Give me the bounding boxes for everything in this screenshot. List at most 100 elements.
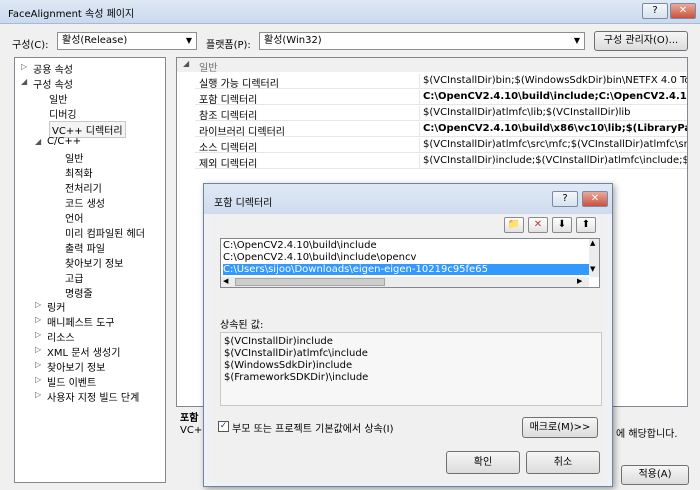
move-up-icon[interactable]: ⬆ [576, 217, 596, 233]
collapse-arrow-icon[interactable]: ▷ [35, 345, 41, 354]
title-bar: FaceAlignment 속성 페이지 ? ✕ [0, 0, 700, 24]
grid-row[interactable]: 라이브러리 디렉터리 C:\OpenCV2.4.10\build\x86\vc10… [195, 122, 687, 138]
tree-item[interactable]: 빌드 이벤트 [47, 374, 96, 389]
grid-category[interactable]: ◢ 일반 [177, 58, 687, 74]
grid-row-key: 참조 디렉터리 [199, 111, 258, 122]
directory-list[interactable]: C:\OpenCV2.4.10\build\include C:\OpenCV2… [220, 238, 600, 288]
tree-item[interactable]: 일반 [49, 91, 67, 106]
tree-item[interactable]: C/C++ [47, 136, 81, 147]
chevron-down-icon: ▼ [185, 36, 192, 45]
tree-item[interactable]: 찾아보기 정보 [65, 255, 123, 270]
collapse-arrow-icon[interactable]: ▷ [35, 390, 41, 399]
grid-column-divider [419, 74, 420, 89]
tree-item[interactable]: 명령줄 [65, 285, 93, 300]
delete-icon[interactable]: ✕ [528, 217, 548, 233]
grid-row-value[interactable]: $(VCInstallDir)include;$(VCInstallDir)at… [423, 155, 687, 166]
list-item[interactable]: C:\OpenCV2.4.10\build\include [223, 240, 377, 251]
inherited-values: $(VCInstallDir)include $(VCInstallDir)at… [220, 332, 602, 406]
cancel-button[interactable]: 취소 [526, 451, 600, 474]
grid-row-value[interactable]: C:\OpenCV2.4.10\build\x86\vc10\lib;$(Lib… [423, 123, 687, 134]
tree-item[interactable]: 찾아보기 정보 [47, 359, 105, 374]
apply-button[interactable]: 적용(A) [621, 465, 689, 485]
new-folder-icon[interactable]: 📁 [504, 217, 524, 233]
collapse-arrow-icon[interactable]: ▷ [35, 315, 41, 324]
grid-row[interactable]: 포함 디렉터리 C:\OpenCV2.4.10\build\include;C:\… [195, 90, 687, 106]
window-title: FaceAlignment 속성 페이지 [8, 9, 135, 20]
grid-category-label: 일반 [199, 63, 218, 74]
property-tree[interactable]: ▷ 공용 속성 ◢ 구성 속성 일반 디버깅 VC++ 디렉터리 ◢ C/C++ 일반 최적화 전처리… [14, 57, 166, 483]
inherit-checkbox-label[interactable]: 부모 또는 프로젝트 기본값에서 상속(I) [232, 420, 393, 435]
grid-row-key: 소스 디렉터리 [199, 143, 258, 154]
tree-item[interactable]: 일반 [65, 150, 83, 165]
grid-row-key: 라이브러리 디렉터리 [199, 127, 285, 138]
tree-item[interactable]: 링커 [47, 299, 65, 314]
inherit-checkbox[interactable]: ✓ [218, 421, 229, 432]
scroll-down-icon[interactable]: ▼ [590, 265, 595, 273]
dialog-title-bar: 포함 디렉터리 ? ✕ [204, 184, 612, 214]
grid-row-value[interactable]: C:\OpenCV2.4.10\build\include;C:\OpenCV2… [423, 91, 687, 102]
grid-row[interactable]: 참조 디렉터리 $(VCInstallDir)atlmfc\lib;$(VCIns… [195, 106, 687, 122]
move-down-icon[interactable]: ⬇ [552, 217, 572, 233]
description-text-left: VC+ [180, 425, 203, 436]
help-button[interactable]: ? [642, 3, 668, 19]
expand-arrow-icon[interactable]: ◢ [21, 77, 27, 86]
dialog-close-button[interactable]: ✕ [582, 191, 608, 207]
inherited-item: $(FrameworkSDKDir)\include [224, 372, 369, 383]
tree-item[interactable]: 출력 파일 [65, 240, 105, 255]
grid-row[interactable]: 실행 가능 디렉터리 $(VCInstallDir)bin;$(WindowsSd… [195, 74, 687, 90]
vertical-scrollbar[interactable]: ▲ ▼ [589, 239, 599, 277]
dialog-body: 📁 ✕ ⬇ ⬆ C:\OpenCV2.4.10\build\include C:… [210, 214, 606, 482]
config-manager-button[interactable]: 구성 관리자(O)... [594, 31, 688, 51]
horizontal-scrollbar[interactable]: ◀ ▶ [221, 277, 589, 287]
grid-row-key: 제외 디렉터리 [199, 159, 258, 170]
macros-button[interactable]: 매크로(M)>> [522, 417, 598, 438]
dialog-help-button[interactable]: ? [552, 191, 578, 207]
scroll-left-icon[interactable]: ◀ [223, 277, 228, 285]
grid-row[interactable]: 제외 디렉터리 $(VCInstallDir)include;$(VCInstal… [195, 154, 687, 170]
platform-select[interactable]: 활성(Win32) ▼ [259, 32, 585, 50]
tree-item[interactable]: 전처리기 [65, 180, 102, 195]
close-button[interactable]: ✕ [670, 3, 696, 19]
grid-row-value[interactable]: $(VCInstallDir)atlmfc\lib;$(VCInstallDir… [423, 107, 687, 118]
tree-item[interactable]: 언어 [65, 210, 83, 225]
tree-item[interactable]: 최적화 [65, 165, 93, 180]
collapse-arrow-icon[interactable]: ▷ [35, 375, 41, 384]
ok-button[interactable]: 확인 [446, 451, 520, 474]
tree-item[interactable]: 고급 [65, 270, 83, 285]
expand-arrow-icon[interactable]: ◢ [35, 137, 41, 146]
tree-item[interactable]: 사용자 지정 빌드 단계 [47, 389, 139, 404]
grid-row-key: 포함 디렉터리 [199, 95, 258, 106]
tree-item[interactable]: 구성 속성 [33, 76, 73, 91]
config-label: 구성(C): [12, 40, 49, 51]
scroll-right-icon[interactable]: ▶ [577, 277, 582, 285]
config-select[interactable]: 활성(Release) ▼ [57, 32, 197, 50]
platform-select-value: 활성(Win32) [264, 35, 322, 46]
collapse-arrow-icon[interactable]: ▷ [35, 300, 41, 309]
grid-row-value[interactable]: $(VCInstallDir)atlmfc\src\mfc;$(VCInstal… [423, 139, 687, 150]
grid-column-divider [419, 90, 420, 105]
tree-item[interactable]: 리소스 [47, 329, 75, 344]
grid-column-divider [419, 122, 420, 137]
chevron-down-icon: ▼ [573, 36, 580, 45]
grid-row[interactable]: 소스 디렉터리 $(VCInstallDir)atlmfc\src\mfc;$(V… [195, 138, 687, 154]
tree-item[interactable]: 코드 생성 [65, 195, 105, 210]
grid-row-value[interactable]: $(VCInstallDir)bin;$(WindowsSdkDir)bin\N… [423, 75, 687, 86]
tree-item[interactable]: 디버깅 [49, 106, 77, 121]
description-title: 포함 [180, 413, 199, 424]
tree-item[interactable]: 미리 컴파일된 헤더 [65, 225, 145, 240]
config-select-value: 활성(Release) [62, 35, 128, 46]
collapse-arrow-icon[interactable]: ▷ [21, 62, 27, 71]
platform-label: 플랫폼(P): [206, 40, 251, 51]
list-item-selected[interactable]: C:\Users\sijoo\Downloads\eigen-eigen-102… [223, 264, 589, 275]
collapse-arrow-icon[interactable]: ▷ [35, 330, 41, 339]
scroll-thumb[interactable] [235, 278, 385, 286]
collapse-icon: ◢ [183, 59, 190, 68]
scroll-up-icon[interactable]: ▲ [590, 239, 595, 247]
list-item[interactable]: C:\OpenCV2.4.10\build\include\opencv [223, 252, 416, 263]
tree-item[interactable]: XML 문서 생성기 [47, 344, 120, 359]
tree-item[interactable]: 매니페스트 도구 [47, 314, 115, 329]
inherited-item: $(VCInstallDir)atlmfc\include [224, 348, 368, 359]
grid-column-divider [419, 106, 420, 121]
collapse-arrow-icon[interactable]: ▷ [35, 360, 41, 369]
tree-item[interactable]: 공용 속성 [33, 61, 73, 76]
